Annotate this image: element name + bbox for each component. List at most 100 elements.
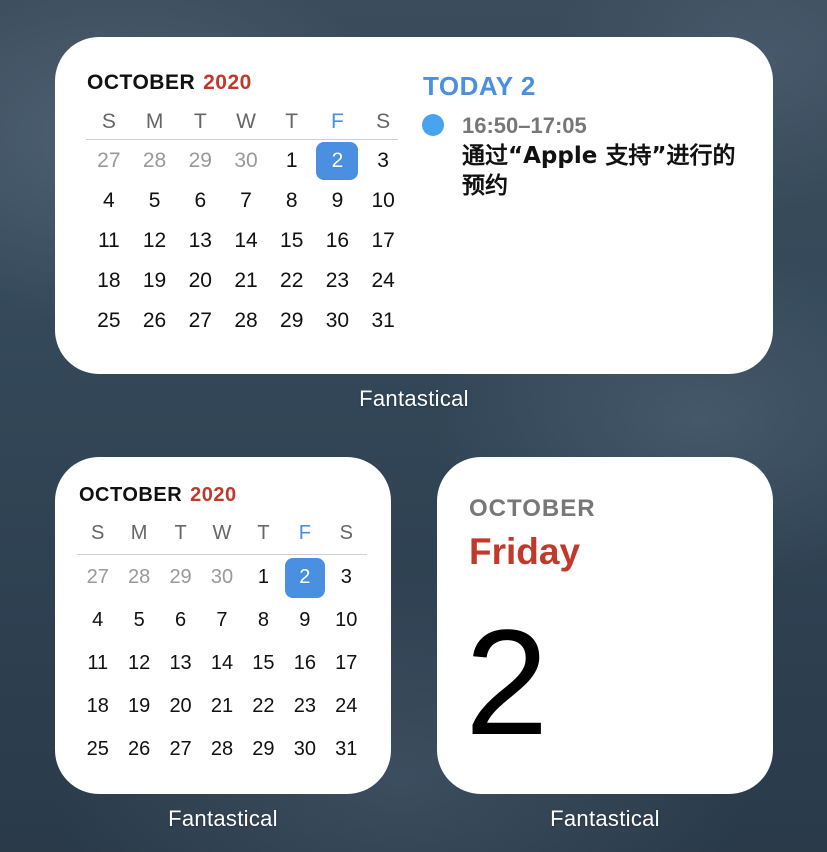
day-cell[interactable]: 29 [177, 141, 223, 181]
day-cell[interactable]: 9 [315, 181, 361, 221]
day-cell[interactable]: 9 [284, 599, 325, 642]
day-cell[interactable]: 29 [160, 556, 201, 599]
day-cell[interactable]: 24 [326, 685, 367, 728]
day-cell[interactable]: 29 [243, 728, 284, 771]
event-title[interactable]: 通过“Apple 支持”进行的预约 [462, 141, 742, 201]
day-cell[interactable]: 7 [223, 181, 269, 221]
month-name: OCTOBER [79, 484, 183, 506]
day-cell[interactable]: 5 [118, 599, 159, 642]
day-cell[interactable]: 30 [315, 301, 361, 341]
day-number: 5 [148, 189, 161, 212]
day-cell[interactable]: 21 [223, 261, 269, 301]
day-cell[interactable]: 22 [269, 261, 315, 301]
day-cell[interactable]: 28 [132, 141, 178, 181]
day-cell[interactable]: 5 [132, 181, 178, 221]
day-number: 30 [234, 149, 258, 172]
day-cell[interactable]: 8 [269, 181, 315, 221]
day-cell[interactable]: 30 [223, 141, 269, 181]
day-number: 16 [325, 229, 350, 252]
day-cell[interactable]: 20 [177, 261, 223, 301]
day-cell[interactable]: 16 [315, 221, 361, 261]
day-cell[interactable]: 1 [243, 556, 284, 599]
day-cell[interactable]: 28 [223, 301, 269, 341]
day-cell[interactable]: 19 [118, 685, 159, 728]
day-number: 15 [280, 229, 304, 252]
day-number: 12 [128, 652, 151, 674]
day-number: 26 [142, 309, 167, 332]
day-number: 29 [169, 566, 192, 588]
day-cell[interactable]: 17 [326, 642, 367, 685]
day-cell[interactable]: 17 [360, 221, 406, 261]
day-cell[interactable]: 10 [360, 181, 406, 221]
month-grid: 27 28 29 30 1 2 3 4 5 6 7 8 9 10 11 12 13 14 15 16 17 18 19 20 2… [86, 141, 406, 341]
day-cell[interactable]: 27 [86, 141, 132, 181]
day-cell[interactable]: 23 [315, 261, 361, 301]
day-cell[interactable]: 24 [360, 261, 406, 301]
day-number: 7 [216, 609, 228, 631]
day-number: 30 [325, 309, 350, 332]
widget-label: Fantastical [359, 386, 469, 411]
day-cell[interactable]: 19 [132, 261, 178, 301]
day-cell[interactable]: 6 [177, 181, 223, 221]
day-cell[interactable]: 4 [77, 599, 118, 642]
day-cell[interactable]: 15 [243, 642, 284, 685]
day-cell[interactable]: 18 [86, 261, 132, 301]
day-cell[interactable]: 20 [160, 685, 201, 728]
day-number: 22 [280, 269, 304, 292]
day-cell[interactable]: 29 [269, 301, 315, 341]
day-cell[interactable]: 6 [160, 599, 201, 642]
day-cell[interactable]: 31 [360, 301, 406, 341]
weekday-label: M [130, 522, 148, 544]
day-number: 8 [285, 189, 298, 212]
day-cell[interactable]: 12 [118, 642, 159, 685]
day-cell[interactable]: 26 [118, 728, 159, 771]
day-cell[interactable]: 30 [284, 728, 325, 771]
day-cell-today[interactable]: 2 [315, 141, 361, 181]
day-cell[interactable]: 23 [284, 685, 325, 728]
day-cell[interactable]: 15 [269, 221, 315, 261]
day-cell[interactable]: 25 [86, 301, 132, 341]
day-cell[interactable]: 11 [77, 642, 118, 685]
day-cell[interactable]: 25 [77, 728, 118, 771]
small-calendar-widget[interactable]: OCTOBER 2020 SMTWTFS 27 28 29 30 1 2 3 4 5 6 7 8 9 10 1… [55, 457, 391, 794]
day-cell[interactable]: 13 [160, 642, 201, 685]
day-cell[interactable]: 14 [201, 642, 242, 685]
day-cell[interactable]: 3 [360, 141, 406, 181]
day-cell[interactable]: 28 [118, 556, 159, 599]
day-cell[interactable]: 26 [132, 301, 178, 341]
day-cell[interactable]: 18 [77, 685, 118, 728]
day-cell[interactable]: 14 [223, 221, 269, 261]
day-cell[interactable]: 7 [201, 599, 242, 642]
day-cell[interactable]: 16 [284, 642, 325, 685]
day-cell[interactable]: 27 [177, 301, 223, 341]
day-cell[interactable]: 11 [86, 221, 132, 261]
day-cell[interactable]: 21 [201, 685, 242, 728]
day-number: 4 [103, 189, 115, 212]
weekday-label: F [298, 522, 311, 544]
day-cell[interactable]: 30 [201, 556, 242, 599]
large-calendar-widget[interactable]: OCTOBER 2020 SMTWTFS 27 28 29 30 1 2 3 4 5 6 7 8 9 10 1… [55, 37, 773, 374]
day-cell-today[interactable]: 2 [284, 556, 325, 599]
day-widget[interactable]: OCTOBER Friday 2 [437, 457, 773, 794]
day-cell[interactable]: 10 [326, 599, 367, 642]
day-number: 19 [128, 695, 151, 717]
day-cell[interactable]: 13 [177, 221, 223, 261]
weekday-label: W [236, 110, 256, 133]
day-cell[interactable]: 3 [326, 556, 367, 599]
day-number: 30 [210, 566, 234, 588]
month-name: OCTOBER [87, 71, 196, 94]
day-cell[interactable]: 1 [269, 141, 315, 181]
weekday-label: T [257, 522, 270, 544]
day-cell[interactable]: 27 [160, 728, 201, 771]
day-number: 5 [133, 609, 145, 631]
day-cell[interactable]: 8 [243, 599, 284, 642]
day-cell[interactable]: 22 [243, 685, 284, 728]
day-cell[interactable]: 27 [77, 556, 118, 599]
day-cell[interactable]: 4 [86, 181, 132, 221]
day-cell[interactable]: 31 [326, 728, 367, 771]
day-number: 20 [169, 695, 192, 717]
day-number: 23 [325, 269, 350, 292]
day-cell[interactable]: 12 [132, 221, 178, 261]
year: 2020 [203, 71, 252, 94]
day-cell[interactable]: 28 [201, 728, 242, 771]
